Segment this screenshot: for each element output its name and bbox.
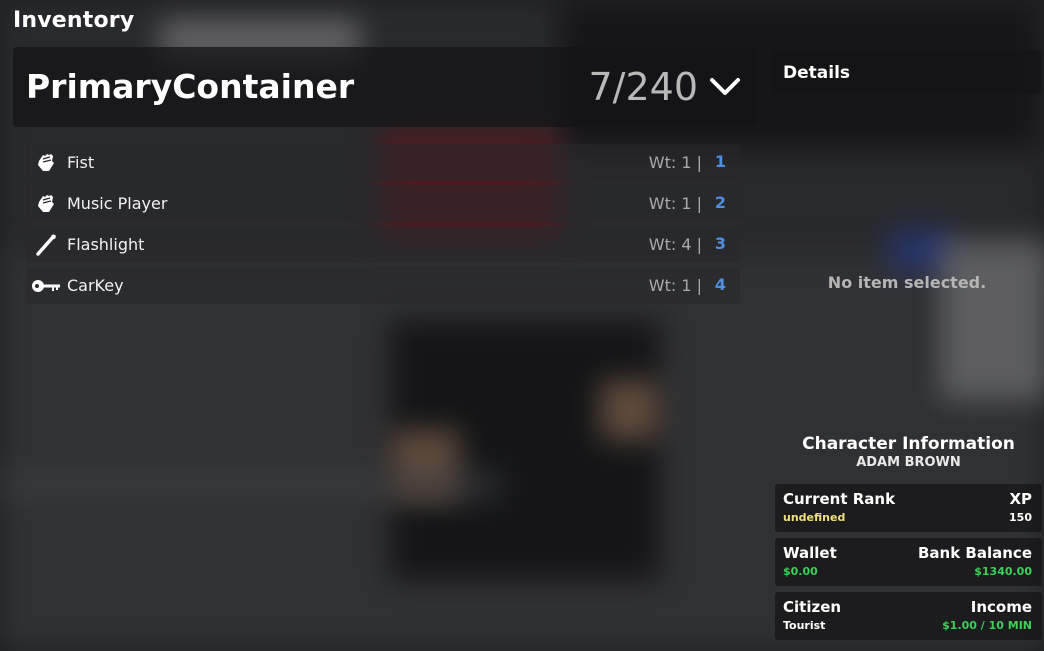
item-weight: Wt: 1 | — [648, 194, 702, 213]
item-slot-number: 2 — [714, 193, 726, 212]
bank-balance-label: Bank Balance — [918, 544, 1032, 562]
item-weight: Wt: 1 | — [648, 276, 702, 295]
container-selector[interactable]: PrimaryContainer 7/240 — [13, 47, 756, 127]
income-label: Income — [970, 598, 1032, 616]
details-panel: Details — [773, 50, 1041, 94]
rank-label: Current Rank — [783, 490, 896, 508]
bank-balance-value: $1340.00 — [974, 565, 1032, 578]
inventory-item-carkey[interactable]: CarKey Wt: 1 | 4 — [26, 267, 740, 304]
key-icon — [32, 280, 60, 292]
item-name: Fist — [67, 153, 95, 172]
item-weight: Wt: 4 | — [648, 235, 702, 254]
xp-label: XP — [1009, 490, 1032, 508]
item-name: Flashlight — [67, 235, 145, 254]
citizen-income-card: Citizen Tourist Income $1.00 / 10 MIN — [775, 592, 1042, 640]
item-slot-number: 3 — [714, 234, 726, 253]
inventory-item-flashlight[interactable]: Flashlight Wt: 4 | 3 — [26, 226, 740, 263]
wallet-value: $0.00 — [783, 565, 818, 578]
income-value: $1.00 / 10 MIN — [942, 619, 1032, 632]
chevron-down-icon[interactable] — [708, 69, 742, 103]
item-name: CarKey — [67, 276, 124, 295]
character-info-title: Character Information — [802, 434, 1015, 454]
no-item-selected-text: No item selected. — [827, 273, 987, 292]
rank-value: undefined — [783, 511, 846, 524]
inventory-title: Inventory — [13, 8, 135, 33]
fist-icon — [38, 195, 54, 212]
flashlight-icon — [36, 234, 56, 256]
fist-icon — [38, 154, 54, 171]
inventory-item-fist[interactable]: Fist Wt: 1 | 1 — [26, 144, 740, 181]
container-capacity: 7/240 — [588, 65, 698, 109]
item-slot-number: 1 — [714, 152, 726, 171]
inventory-item-music-player[interactable]: Music Player Wt: 1 | 2 — [26, 185, 740, 222]
details-title: Details — [783, 63, 851, 83]
xp-value: 150 — [1009, 511, 1032, 524]
rank-xp-card: Current Rank undefined XP 150 — [775, 484, 1042, 532]
item-slot-number: 4 — [714, 275, 726, 294]
citizen-label: Citizen — [783, 598, 842, 616]
item-name: Music Player — [67, 194, 168, 213]
container-name: PrimaryContainer — [26, 67, 355, 106]
item-weight: Wt: 1 | — [648, 153, 702, 172]
wallet-bank-card: Wallet $0.00 Bank Balance $1340.00 — [775, 538, 1042, 586]
character-name: ADAM BROWN — [856, 455, 961, 470]
citizen-value: Tourist — [783, 619, 826, 632]
wallet-label: Wallet — [783, 544, 837, 562]
